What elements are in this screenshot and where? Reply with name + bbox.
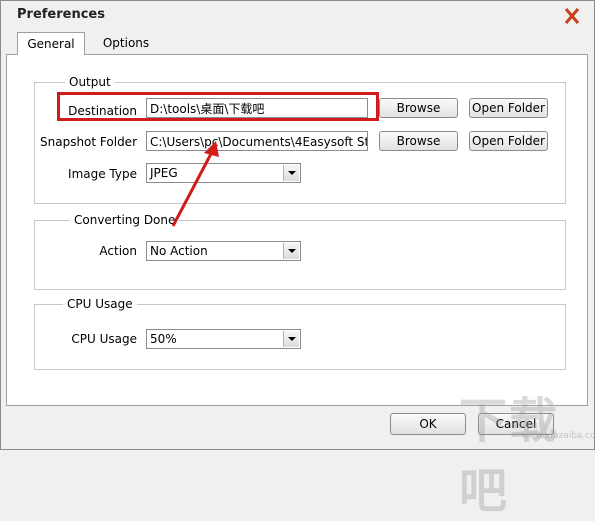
converting-done-title: Converting Done	[70, 213, 180, 227]
action-value: No Action	[150, 244, 208, 258]
title-bar: Preferences	[1, 1, 594, 31]
close-button[interactable]	[561, 6, 583, 26]
tab-general[interactable]: General	[17, 32, 85, 55]
cpu-usage-group-title: CPU Usage	[63, 297, 137, 311]
snapshot-open-folder-button[interactable]: Open Folder	[469, 131, 548, 151]
output-group-title: Output	[65, 75, 115, 89]
cpu-usage-select[interactable]: 50%	[146, 329, 301, 349]
snapshot-browse-button[interactable]: Browse	[379, 131, 458, 151]
destination-open-folder-button[interactable]: Open Folder	[469, 98, 548, 118]
image-type-value: JPEG	[150, 166, 178, 180]
chevron-down-icon	[283, 331, 299, 347]
destination-highlight	[57, 92, 379, 121]
snapshot-folder-label: Snapshot Folder	[40, 135, 137, 149]
image-type-label: Image Type	[68, 167, 137, 181]
preferences-dialog: Preferences General Options Output Desti…	[0, 0, 595, 519]
chevron-down-icon	[283, 165, 299, 181]
action-select[interactable]: No Action	[146, 241, 301, 261]
action-label: Action	[99, 244, 137, 258]
chevron-down-icon	[283, 243, 299, 259]
snapshot-folder-field[interactable]: C:\Users\pc\Documents\4Easysoft Stud	[146, 131, 368, 151]
cpu-usage-label: CPU Usage	[71, 332, 137, 346]
close-icon	[564, 8, 580, 24]
tab-options[interactable]: Options	[93, 32, 159, 54]
general-panel: Output Destination D:\tools\桌面\下载吧 Brows…	[6, 54, 588, 406]
image-type-select[interactable]: JPEG	[146, 163, 301, 183]
destination-browse-button[interactable]: Browse	[379, 98, 458, 118]
cancel-button[interactable]: Cancel	[478, 413, 554, 435]
cpu-usage-value: 50%	[150, 332, 177, 346]
dialog-title: Preferences	[17, 7, 105, 22]
ok-button[interactable]: OK	[390, 413, 466, 435]
